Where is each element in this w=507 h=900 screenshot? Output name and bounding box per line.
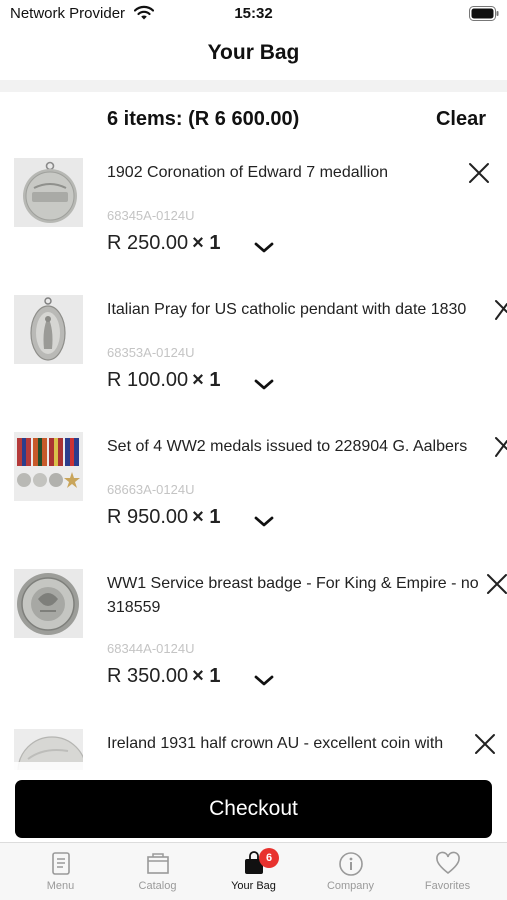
catalog-icon xyxy=(147,853,169,874)
item-price-line: R 950.00 × 1 xyxy=(107,506,221,529)
item-quantity: × 1 xyxy=(192,232,221,254)
cart-item: WW1 Service breast badge - For King & Em… xyxy=(0,569,507,729)
quantity-dropdown-chevron-icon[interactable] xyxy=(253,674,275,688)
item-quantity: × 1 xyxy=(192,665,221,687)
item-title[interactable]: 1902 Coronation of Edward 7 medallion xyxy=(107,161,487,185)
item-quantity: × 1 xyxy=(192,369,221,391)
bag-count-badge: 6 xyxy=(259,848,279,868)
item-quantity: × 1 xyxy=(192,506,221,528)
item-price: R 250.00 xyxy=(107,232,189,254)
tab-your-bag[interactable]: 6 Your Bag xyxy=(203,843,304,900)
tab-label: Menu xyxy=(46,880,75,892)
remove-item-close-icon[interactable] xyxy=(485,572,507,596)
quantity-dropdown-chevron-icon[interactable] xyxy=(253,515,275,529)
tab-label: Favorites xyxy=(424,880,471,892)
medals-image xyxy=(14,432,83,501)
item-price: R 350.00 xyxy=(107,665,189,687)
item-title[interactable]: WW1 Service breast badge - For King & Em… xyxy=(107,572,487,620)
product-thumbnail[interactable] xyxy=(14,432,83,501)
item-sku: 68663A-0124U xyxy=(107,482,195,497)
pendant-image xyxy=(14,295,83,364)
item-sku: 68353A-0124U xyxy=(107,345,195,360)
tab-label: Company xyxy=(326,880,375,892)
remove-item-close-icon[interactable] xyxy=(493,435,507,459)
item-price: R 100.00 xyxy=(107,369,189,391)
tab-favorites[interactable]: Favorites xyxy=(397,843,498,900)
tab-label: Catalog xyxy=(138,880,177,892)
menu-icon xyxy=(52,852,70,875)
item-sku: 68344A-0124U xyxy=(107,641,195,656)
checkout-button[interactable]: Checkout xyxy=(15,780,492,838)
medallion-image xyxy=(14,158,83,227)
cart-item: 1902 Coronation of Edward 7 medallion 68… xyxy=(0,158,507,295)
item-title[interactable]: Ireland 1931 half crown AU - excellent c… xyxy=(107,732,487,756)
tab-menu[interactable]: Menu xyxy=(10,843,111,900)
tab-bar: Menu Catalog 6 Your Bag Company Favorite… xyxy=(0,842,507,900)
remove-item-close-icon[interactable] xyxy=(467,161,491,185)
quantity-dropdown-chevron-icon[interactable] xyxy=(253,378,275,392)
item-price-line: R 350.00 × 1 xyxy=(107,665,221,688)
item-title[interactable]: Italian Pray for US catholic pendant wit… xyxy=(107,298,507,322)
remove-item-close-icon[interactable] xyxy=(473,732,497,756)
remove-item-close-icon[interactable] xyxy=(493,298,507,322)
cart-items-list[interactable]: 1902 Coronation of Edward 7 medallion 68… xyxy=(0,0,507,770)
tab-company[interactable]: Company xyxy=(300,843,401,900)
product-thumbnail[interactable] xyxy=(14,158,83,227)
item-price-line: R 100.00 × 1 xyxy=(107,369,221,392)
info-icon xyxy=(339,852,363,876)
product-thumbnail[interactable] xyxy=(14,569,83,638)
tab-catalog[interactable]: Catalog xyxy=(107,843,208,900)
item-sku: 68345A-0124U xyxy=(107,208,195,223)
heart-icon xyxy=(436,851,460,875)
cart-item: Italian Pray for US catholic pendant wit… xyxy=(0,295,507,432)
item-title[interactable]: Set of 4 WW2 medals issued to 228904 G. … xyxy=(107,435,507,459)
cart-item: Set of 4 WW2 medals issued to 228904 G. … xyxy=(0,432,507,569)
product-thumbnail[interactable] xyxy=(14,295,83,364)
item-price-line: R 250.00 × 1 xyxy=(107,232,221,255)
badge-image xyxy=(14,569,83,638)
item-price: R 950.00 xyxy=(107,506,189,528)
quantity-dropdown-chevron-icon[interactable] xyxy=(253,241,275,255)
tab-label: Your Bag xyxy=(231,880,276,892)
